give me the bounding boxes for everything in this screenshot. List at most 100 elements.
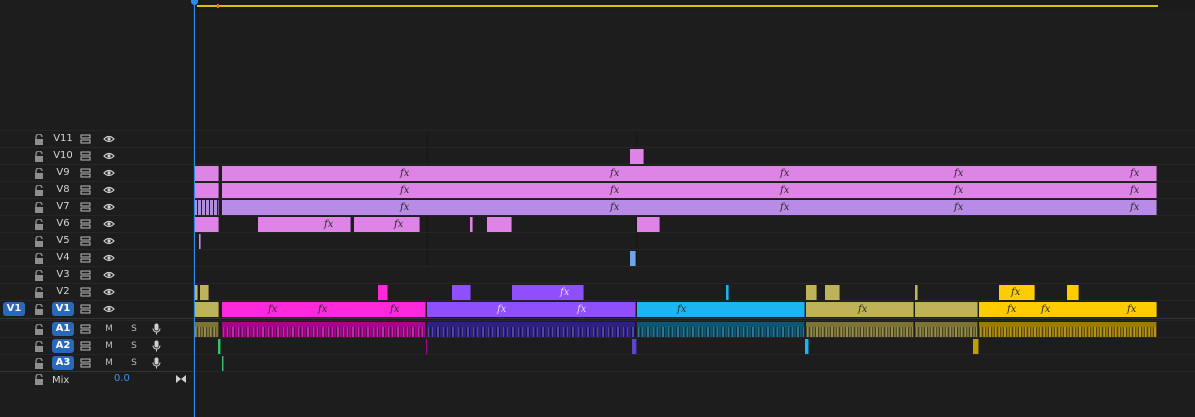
fx-badge[interactable]: fx [780,166,794,181]
video-clip[interactable]: fx [354,217,420,232]
lock-icon[interactable] [34,358,44,369]
sync-lock-icon[interactable] [80,168,91,178]
track-lane-v10[interactable] [194,147,1195,164]
fx-badge[interactable]: fx [400,183,414,198]
source-patch-v1[interactable]: V1 [3,302,25,316]
lock-icon[interactable] [34,324,44,335]
track-lane-v6[interactable]: fx fx [194,215,1195,232]
mute-button[interactable]: M [104,356,114,370]
fx-badge[interactable]: fx [954,200,968,215]
video-clip[interactable] [487,217,512,232]
eye-icon[interactable] [103,305,115,313]
sync-lock-icon[interactable] [80,324,91,334]
video-clip[interactable]: fx [806,302,914,317]
fx-badge[interactable]: fx [318,302,332,317]
sync-lock-icon[interactable] [80,134,91,144]
video-clip[interactable] [194,217,219,232]
lock-icon[interactable] [34,270,44,281]
lock-icon[interactable] [34,341,44,352]
eye-icon[interactable] [103,254,115,262]
lock-icon[interactable] [34,287,44,298]
video-clip[interactable]: fx [512,285,584,300]
video-clip[interactable] [915,285,918,300]
audio-clip[interactable] [218,339,221,354]
fx-badge[interactable]: fx [610,183,624,198]
track-lane-v5[interactable] [194,232,1195,249]
fx-badge[interactable]: fx [1130,200,1144,215]
lock-icon[interactable] [34,134,44,145]
sync-lock-icon[interactable] [80,236,91,246]
track-label-v10[interactable]: V10 [52,149,74,163]
video-clip[interactable] [199,234,201,249]
video-clip[interactable]: fx [258,217,351,232]
eye-icon[interactable] [103,271,115,279]
fx-badge[interactable]: fx [390,302,404,317]
fx-badge[interactable]: fx [394,217,408,232]
fx-badge[interactable]: fx [324,217,338,232]
mix-volume-value[interactable]: 0.0 [114,373,134,384]
lock-icon[interactable] [34,219,44,230]
lock-icon[interactable] [34,304,44,315]
track-label-v1[interactable]: V1 [52,302,74,316]
track-lane-a1[interactable] [194,320,1195,337]
track-lane-v7[interactable]: fx fx fx fx fx [194,198,1195,215]
audio-clip[interactable] [806,322,914,337]
fx-badge[interactable]: fx [677,302,691,317]
eye-icon[interactable] [103,203,115,211]
video-clip[interactable]: fx fx fx [979,302,1157,317]
sync-lock-icon[interactable] [80,202,91,212]
video-clip[interactable] [194,183,219,198]
audio-clip[interactable] [222,356,224,371]
fx-badge[interactable]: fx [497,302,511,317]
video-clip[interactable] [194,302,219,317]
eye-icon[interactable] [103,152,115,160]
video-clip[interactable] [194,166,219,181]
track-lane-v11[interactable] [194,130,1195,147]
track-lane-v3[interactable] [194,266,1195,283]
track-label-v11[interactable]: V11 [52,132,74,146]
audio-clip[interactable] [222,322,426,337]
video-clip[interactable] [630,251,636,266]
lock-icon[interactable] [34,202,44,213]
lock-icon[interactable] [34,253,44,264]
track-lane-v2[interactable]: fx fx [194,283,1195,300]
solo-button[interactable]: S [129,356,139,370]
sync-lock-icon[interactable] [80,151,91,161]
fx-badge[interactable]: fx [610,200,624,215]
video-clip[interactable]: fx fx fx [222,302,426,317]
fx-badge[interactable]: fx [954,166,968,181]
track-label-v5[interactable]: V5 [52,234,74,248]
track-lane-v8[interactable]: fx fx fx fx fx [194,181,1195,198]
lock-icon[interactable] [34,374,44,385]
sync-lock-icon[interactable] [80,185,91,195]
video-clip[interactable] [825,285,840,300]
fx-badge[interactable]: fx [610,166,624,181]
video-clip[interactable] [470,217,473,232]
track-label-a2[interactable]: A2 [52,339,74,353]
video-clip[interactable]: fx fx fx fx fx [222,183,1157,198]
work-area-bar[interactable] [197,5,1158,7]
eye-icon[interactable] [103,169,115,177]
lock-icon[interactable] [34,236,44,247]
microphone-icon[interactable] [152,357,161,369]
sync-lock-icon[interactable] [80,304,91,314]
video-clip[interactable]: fx [999,285,1035,300]
video-clip[interactable] [1067,285,1079,300]
fx-badge[interactable]: fx [400,166,414,181]
track-label-v9[interactable]: V9 [52,166,74,180]
lock-icon[interactable] [34,151,44,162]
fx-badge[interactable]: fx [858,302,872,317]
fx-badge[interactable]: fx [780,183,794,198]
track-label-v2[interactable]: V2 [52,285,74,299]
audio-clip[interactable] [973,339,979,354]
video-clip[interactable]: fx fx [427,302,636,317]
track-lane-v4[interactable] [194,249,1195,266]
video-clip[interactable] [637,217,660,232]
video-clip[interactable] [200,285,209,300]
video-clip[interactable] [915,302,978,317]
fx-badge[interactable]: fx [780,200,794,215]
sync-lock-icon[interactable] [80,341,91,351]
lock-icon[interactable] [34,168,44,179]
fx-badge[interactable]: fx [400,200,414,215]
video-clip[interactable] [726,285,729,300]
